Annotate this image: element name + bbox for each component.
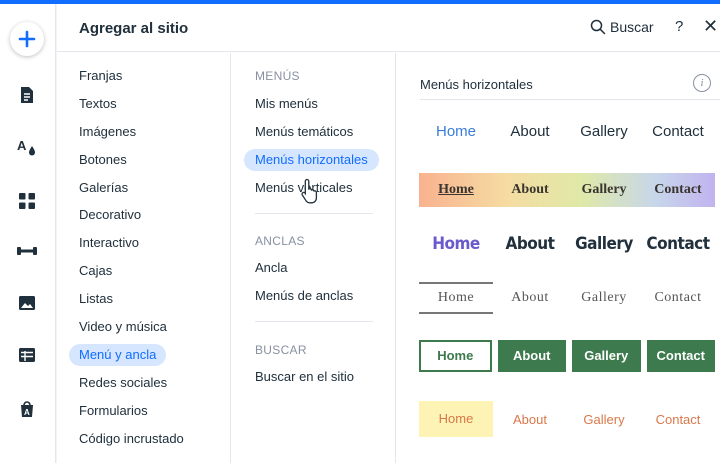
section-header-anclas: ANCLAS xyxy=(255,234,305,248)
media-icon xyxy=(19,296,35,310)
menu-item: Home xyxy=(419,401,493,437)
menu-item: Home xyxy=(419,340,492,372)
svg-text:A: A xyxy=(17,138,27,153)
menu-item: Gallery xyxy=(581,290,627,305)
subsection-item[interactable]: Mis menús xyxy=(255,93,318,115)
category-item[interactable]: Botones xyxy=(79,149,127,171)
info-icon[interactable]: i xyxy=(693,74,711,92)
app-market-button[interactable]: A xyxy=(16,398,38,420)
category-item[interactable]: Video y música xyxy=(79,316,167,338)
search-button[interactable]: Buscar xyxy=(590,19,654,35)
add-elements-button[interactable] xyxy=(10,22,44,56)
apps-button[interactable] xyxy=(16,190,38,212)
divider xyxy=(420,99,720,100)
menu-item: About xyxy=(497,340,566,372)
menu-item: Gallery xyxy=(580,122,628,140)
app-market-icon: A xyxy=(21,401,33,417)
design-button[interactable]: A xyxy=(16,136,38,158)
menu-preset-bold-condensed[interactable]: Home About Gallery Contact xyxy=(419,229,715,259)
category-item[interactable]: Cajas xyxy=(79,260,112,282)
divider xyxy=(255,213,373,214)
category-item[interactable]: Textos xyxy=(79,93,117,115)
category-item[interactable]: Decorativo xyxy=(79,204,141,226)
category-item-selected[interactable]: Menú y ancla xyxy=(69,344,167,366)
cms-button[interactable] xyxy=(16,344,38,366)
business-button[interactable] xyxy=(16,240,38,262)
category-item[interactable]: Imágenes xyxy=(79,121,136,143)
menu-preset-classic[interactable]: Home About Gallery Contact xyxy=(419,117,715,145)
menu-item: Contact xyxy=(654,182,702,197)
search-icon xyxy=(590,19,606,35)
text-style-icon: A xyxy=(17,138,35,156)
hand-cursor-icon xyxy=(301,178,318,204)
divider xyxy=(255,321,373,322)
menu-preset-green-boxes[interactable]: Home About Gallery Contact xyxy=(419,340,715,372)
subsection-item[interactable]: Menús de anclas xyxy=(255,285,353,307)
menu-preset-serif-lines[interactable]: Home About Gallery Contact xyxy=(419,282,715,314)
plus-icon xyxy=(18,30,36,48)
category-item[interactable]: Interactivo xyxy=(79,232,139,254)
menu-item: Contact xyxy=(655,411,701,427)
menu-item: Contact xyxy=(646,340,715,372)
close-button[interactable]: ✕ xyxy=(703,16,718,37)
menu-preset-soft-yellow[interactable]: Home About Gallery Contact xyxy=(419,401,715,437)
preview-section-title: Menús horizontales xyxy=(420,77,533,92)
category-item[interactable]: Código incrustado xyxy=(79,428,184,450)
pages-button[interactable] xyxy=(16,84,38,106)
menu-item: About xyxy=(510,122,550,140)
category-item[interactable]: Galerías xyxy=(79,177,128,199)
menu-item: Home xyxy=(432,234,480,254)
panel-header: Agregar al sitio Buscar ? ✕ xyxy=(57,4,720,52)
menu-item: Gallery xyxy=(572,340,641,372)
menu-item: About xyxy=(505,234,556,254)
subsection-item[interactable]: Buscar en el sitio xyxy=(255,366,354,388)
page-icon xyxy=(21,87,33,103)
menu-item: Home xyxy=(419,282,493,314)
menu-item: Contact xyxy=(654,290,702,305)
menu-item: Gallery xyxy=(581,182,627,197)
category-item[interactable]: Redes sociales xyxy=(79,372,167,394)
category-item[interactable]: Franjas xyxy=(79,65,122,87)
panel-title: Agregar al sitio xyxy=(79,20,189,37)
subsection-item[interactable]: Ancla xyxy=(255,257,288,279)
menu-item: About xyxy=(511,182,549,197)
menu-item: About xyxy=(511,290,549,305)
category-list: Franjas Textos Imágenes Botones Galerías… xyxy=(57,53,231,463)
subsection-item[interactable]: Menús temáticos xyxy=(255,121,353,143)
menu-item: About xyxy=(513,411,547,427)
menu-item: Home xyxy=(435,122,476,140)
category-item[interactable]: Listas xyxy=(79,288,113,310)
category-item[interactable]: Formularios xyxy=(79,400,148,422)
subsection-item-selected[interactable]: Menús horizontales xyxy=(244,149,379,171)
table-icon xyxy=(19,348,35,362)
svg-text:A: A xyxy=(24,408,30,417)
left-toolbar: A A xyxy=(0,4,56,463)
menu-item: Home xyxy=(438,182,474,197)
add-panel: Agregar al sitio Buscar ? ✕ Franjas Text… xyxy=(57,4,720,463)
menu-item: Contact xyxy=(652,122,704,140)
help-button[interactable]: ? xyxy=(675,18,683,35)
menu-item: Gallery xyxy=(575,234,633,254)
menu-item: Gallery xyxy=(583,411,625,427)
preview-area: Menús horizontales i Home About Gallery … xyxy=(397,53,720,463)
menu-item: Contact xyxy=(646,234,710,254)
media-button[interactable] xyxy=(16,292,38,314)
section-header-buscar: BUSCAR xyxy=(255,343,307,357)
section-header-menus: MENÚS xyxy=(255,69,300,83)
search-label: Buscar xyxy=(610,19,654,35)
fitness-icon xyxy=(17,247,37,255)
subsection-list: MENÚS Mis menús Menús temáticos Menús ho… xyxy=(232,53,396,463)
menu-preset-gradient[interactable]: Home About Gallery Contact xyxy=(419,173,715,207)
apps-icon xyxy=(19,193,35,209)
